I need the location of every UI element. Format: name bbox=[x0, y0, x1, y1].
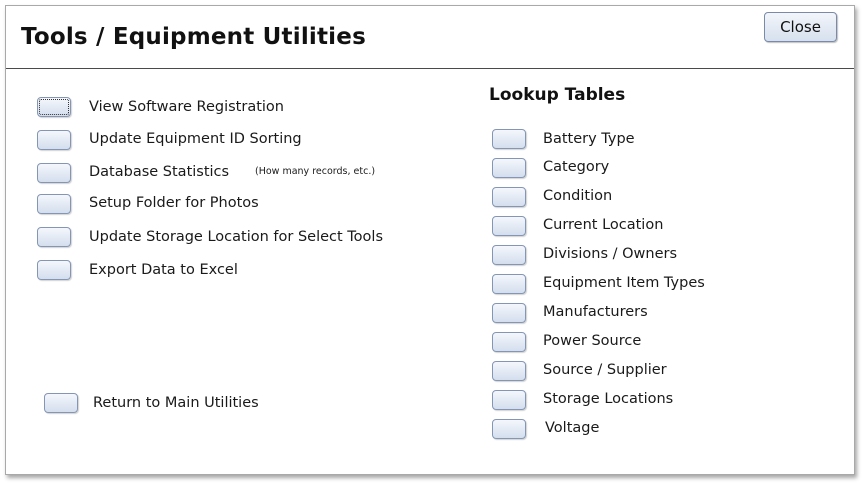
lookup-label: Current Location bbox=[543, 217, 664, 233]
lookup-voltage-button[interactable] bbox=[492, 419, 526, 439]
close-button[interactable]: Close bbox=[764, 12, 837, 42]
lookup-divisions-owners-button[interactable] bbox=[492, 245, 526, 265]
database-statistics-note: (How many records, etc.) bbox=[255, 166, 376, 177]
action-label: Update Storage Location for Select Tools bbox=[89, 229, 384, 245]
action-label: Update Equipment ID Sorting bbox=[89, 131, 302, 147]
lookup-label: Category bbox=[543, 159, 610, 175]
lookup-label: Battery Type bbox=[543, 131, 635, 147]
view-software-registration-button[interactable] bbox=[37, 97, 71, 117]
action-label: Setup Folder for Photos bbox=[89, 195, 259, 211]
action-label: View Software Registration bbox=[89, 99, 284, 115]
lookup-current-location-button[interactable] bbox=[492, 216, 526, 236]
return-label: Return to Main Utilities bbox=[93, 395, 259, 411]
setup-folder-for-photos-button[interactable] bbox=[37, 194, 71, 214]
lookup-label: Source / Supplier bbox=[543, 362, 667, 378]
lookup-tables-heading: Lookup Tables bbox=[489, 85, 626, 105]
utilities-window: Tools / Equipment Utilities Close View S… bbox=[5, 5, 855, 475]
window-title: Tools / Equipment Utilities bbox=[21, 24, 366, 50]
lookup-label: Manufacturers bbox=[543, 304, 648, 320]
export-data-to-excel-button[interactable] bbox=[37, 260, 71, 280]
lookup-label: Storage Locations bbox=[543, 391, 674, 407]
lookup-manufacturers-button[interactable] bbox=[492, 303, 526, 323]
lookup-source-supplier-button[interactable] bbox=[492, 361, 526, 381]
update-equipment-id-sorting-button[interactable] bbox=[37, 130, 71, 150]
lookup-label: Equipment Item Types bbox=[543, 275, 705, 291]
update-storage-location-button[interactable] bbox=[37, 227, 71, 247]
lookup-label: Power Source bbox=[543, 333, 642, 349]
lookup-battery-type-button[interactable] bbox=[492, 129, 526, 149]
lookup-equipment-item-types-button[interactable] bbox=[492, 274, 526, 294]
database-statistics-button[interactable] bbox=[37, 163, 71, 183]
lookup-condition-button[interactable] bbox=[492, 187, 526, 207]
lookup-category-button[interactable] bbox=[492, 158, 526, 178]
lookup-power-source-button[interactable] bbox=[492, 332, 526, 352]
lookup-label: Condition bbox=[543, 188, 613, 204]
window-header: Tools / Equipment Utilities Close bbox=[6, 6, 854, 69]
lookup-label: Voltage bbox=[545, 420, 600, 436]
return-to-main-utilities-button[interactable] bbox=[44, 393, 78, 413]
action-label: Database Statistics bbox=[89, 164, 230, 180]
lookup-label: Divisions / Owners bbox=[543, 246, 678, 262]
action-label: Export Data to Excel bbox=[89, 262, 238, 278]
lookup-storage-locations-button[interactable] bbox=[492, 390, 526, 410]
